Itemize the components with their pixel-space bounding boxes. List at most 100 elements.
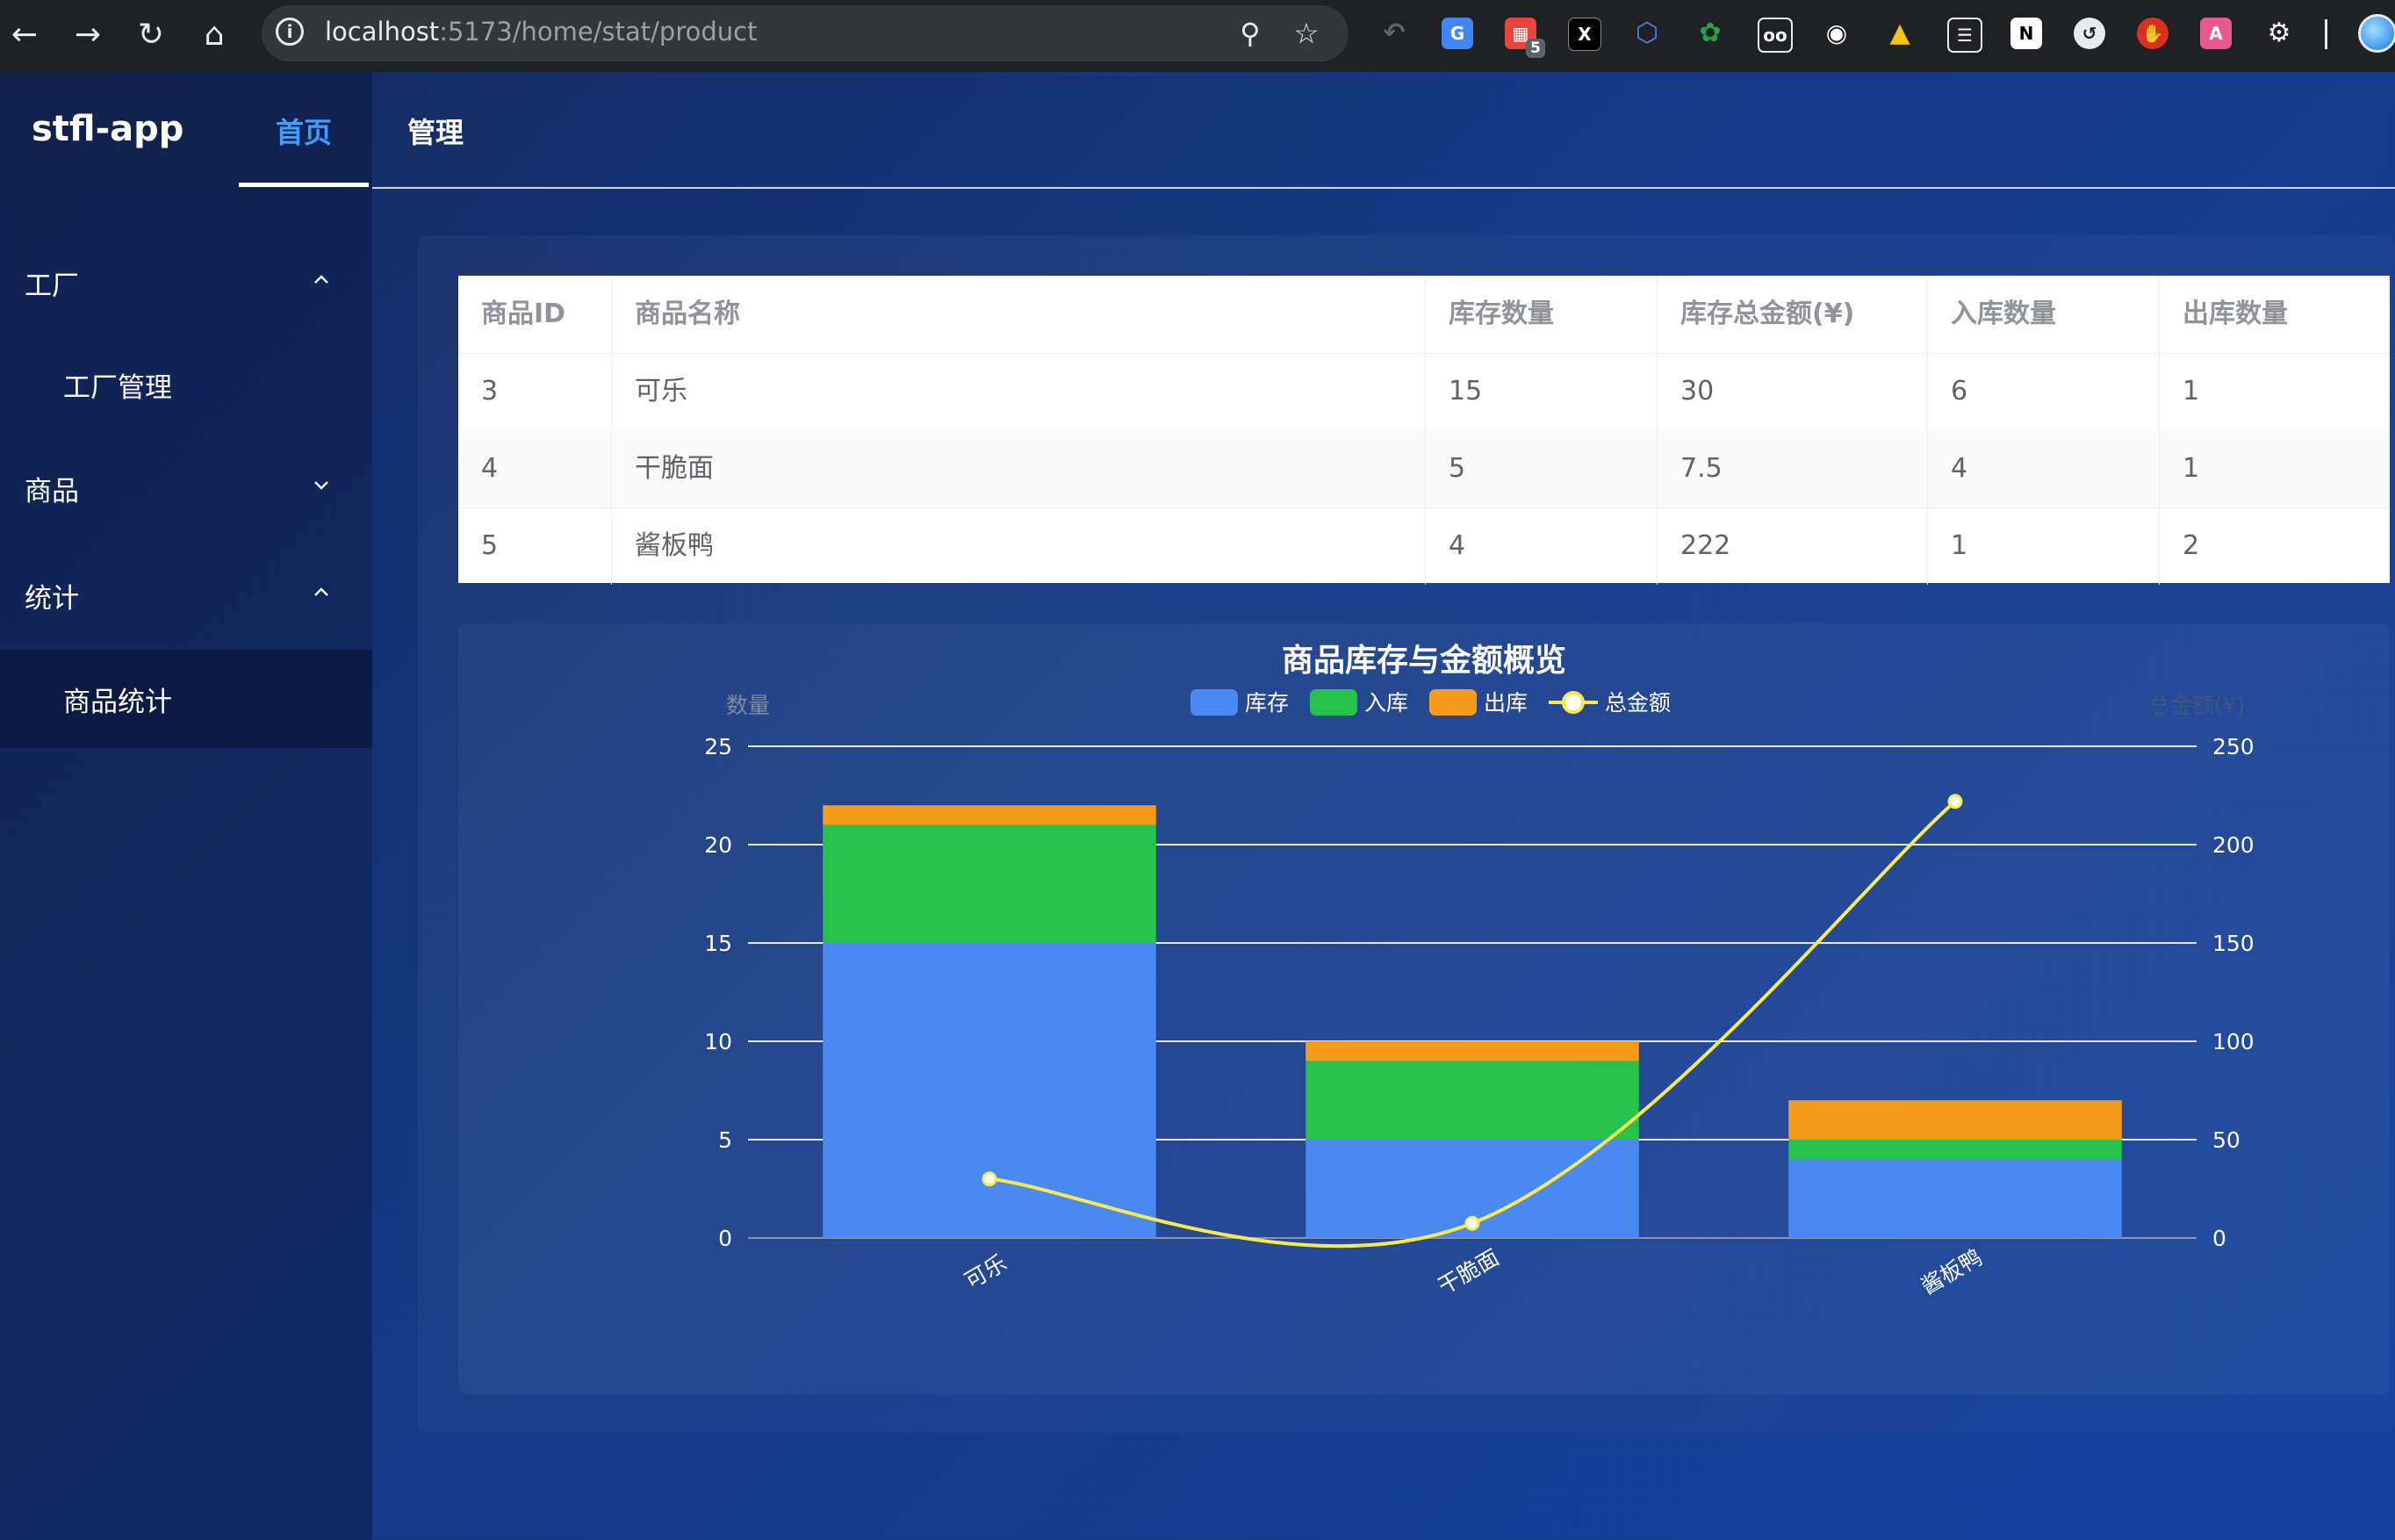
adblock-extension-icon[interactable]: ✋ bbox=[2137, 18, 2168, 49]
table-cell: 酱板鸭 bbox=[612, 507, 1426, 585]
column-header[interactable]: 出库数量 bbox=[2160, 276, 2390, 353]
sidebar-group-factory[interactable]: 工厂 bbox=[0, 234, 372, 332]
legend-label: 入库 bbox=[1364, 690, 1408, 716]
y-right-tick-label: 100 bbox=[2212, 1029, 2255, 1054]
sidebar-item-factory-manage[interactable]: 工厂管理 bbox=[0, 335, 372, 434]
product-stat-table: 商品ID 商品名称 库存数量 库存总金额(¥) 入库数量 出库数量 3 可乐 1… bbox=[458, 276, 2390, 585]
legend-label: 出库 bbox=[1484, 690, 1528, 716]
forward-icon[interactable]: → bbox=[63, 11, 112, 60]
y-right-tick-label: 150 bbox=[2212, 931, 2255, 956]
table-cell: 3 bbox=[458, 353, 612, 430]
translate-alt-extension-icon[interactable]: A bbox=[2200, 18, 2232, 49]
table-row[interactable]: 5 酱板鸭 4 222 1 2 bbox=[458, 507, 2390, 585]
x-tick-label: 酱板鸭 bbox=[1917, 1244, 1986, 1299]
chevron-down-icon bbox=[314, 481, 328, 490]
column-header[interactable]: 商品名称 bbox=[612, 276, 1426, 353]
toolbar-separator bbox=[2325, 19, 2327, 49]
sidebar-item-product-stat[interactable]: 商品统计 bbox=[0, 650, 372, 748]
fox-extension-icon[interactable]: ▲ bbox=[1884, 18, 1916, 49]
bar-库存 bbox=[1788, 1159, 2122, 1238]
bar-出库 bbox=[1305, 1041, 1639, 1061]
column-header[interactable]: 入库数量 bbox=[1928, 276, 2160, 353]
y-tick-label: 15 bbox=[704, 931, 732, 956]
table-cell: 1 bbox=[1928, 507, 2160, 585]
app-header: stfl-app 首页 管理 bbox=[0, 72, 2395, 189]
y-tick-label: 0 bbox=[718, 1226, 732, 1251]
undo-icon[interactable]: ↶ bbox=[1378, 18, 1410, 49]
bar-入库 bbox=[823, 824, 1156, 943]
browser-toolbar: ← → ↻ ⌂ i localhost:5173/home/stat/produ… bbox=[0, 0, 2395, 72]
table-cell: 1 bbox=[2183, 376, 2200, 407]
table-cell: 1 bbox=[2183, 453, 2200, 484]
stock-amount-chart: 商品库存与金额概览数量 总金额(¥) 0 0 5 50 10 100 15 150 20 200 25 2… bbox=[704, 642, 2255, 1299]
column-header[interactable]: 库存总金额(¥) bbox=[1658, 276, 1928, 353]
bar-入库 bbox=[1305, 1061, 1639, 1140]
eye-extension-icon[interactable]: ◉ bbox=[1821, 18, 1852, 49]
header-divider bbox=[372, 187, 2395, 189]
table-row[interactable]: 4 干脆面 5 7.5 4 1 bbox=[458, 430, 2390, 508]
back-icon[interactable]: ← bbox=[0, 11, 49, 60]
cube-extension-icon[interactable]: ⬡ bbox=[1631, 18, 1663, 49]
calendar-extension-icon[interactable]: ▦ 5 bbox=[1505, 18, 1545, 58]
sidebar-item-label: 工厂管理 bbox=[63, 372, 172, 404]
active-tab-indicator bbox=[239, 183, 369, 187]
y-right-tick-label: 200 bbox=[2212, 832, 2255, 858]
legend-label: 库存 bbox=[1245, 690, 1289, 716]
sidebar-item-label: 工厂 bbox=[25, 270, 79, 302]
y-tick-label: 20 bbox=[704, 832, 732, 858]
x-extension-icon[interactable]: X bbox=[1568, 18, 1601, 51]
table-cell: 6 bbox=[1928, 353, 2160, 430]
profile-avatar[interactable] bbox=[2358, 14, 2395, 53]
legend-marker-库存 bbox=[1190, 689, 1238, 716]
legend-marker-入库 bbox=[1310, 689, 1357, 716]
address-text[interactable]: localhost:5173/home/stat/product bbox=[325, 17, 757, 47]
document-extension-icon[interactable]: ☰ bbox=[1947, 18, 1982, 53]
table-cell: 5 bbox=[458, 507, 612, 585]
tab-home[interactable]: 首页 bbox=[276, 111, 332, 151]
notion-extension-icon[interactable]: N bbox=[2010, 18, 2042, 49]
chart-title: 商品库存与金额概览 bbox=[1282, 642, 1566, 679]
translate-extension-icon[interactable]: G bbox=[1442, 18, 1473, 49]
bar-出库 bbox=[823, 805, 1156, 825]
address-bar[interactable]: i localhost:5173/home/stat/product ⚲ ☆ bbox=[262, 5, 1349, 61]
sidebar-item-label: 商品统计 bbox=[63, 687, 172, 718]
home-icon[interactable]: ⌂ bbox=[190, 11, 239, 60]
sidebar-group-product[interactable]: 商品 bbox=[0, 439, 372, 537]
site-info-icon[interactable]: i bbox=[276, 18, 304, 46]
legend-marker-dot bbox=[1562, 691, 1585, 714]
table-header-row: 商品ID 商品名称 库存数量 库存总金额(¥) 入库数量 出库数量 bbox=[458, 276, 2390, 354]
tab-manage[interactable]: 管理 bbox=[407, 111, 464, 151]
table-cell: 4 bbox=[1426, 507, 1658, 585]
table-cell: 2 bbox=[2183, 530, 2200, 561]
table-cell: 4 bbox=[458, 430, 612, 507]
table-cell: 7.5 bbox=[1658, 430, 1928, 507]
evernote-extension-icon[interactable]: ✿ bbox=[1694, 18, 1726, 49]
bar-库存 bbox=[823, 943, 1156, 1238]
legend-marker-出库 bbox=[1429, 689, 1477, 716]
reload-icon[interactable]: ↻ bbox=[126, 11, 176, 60]
column-header[interactable]: 库存数量 bbox=[1426, 276, 1658, 353]
y-tick-label: 25 bbox=[704, 734, 732, 759]
bar-入库 bbox=[1788, 1140, 2122, 1160]
table-cell: 4 bbox=[1928, 430, 2160, 507]
share-extension-icon[interactable]: ↺ bbox=[2074, 18, 2105, 49]
sidebar-group-stat[interactable]: 统计 bbox=[0, 546, 372, 644]
line-point bbox=[982, 1171, 997, 1187]
bookmark-star-icon[interactable]: ☆ bbox=[1285, 12, 1327, 54]
table-cell: 可乐 bbox=[612, 353, 1426, 430]
glasses-extension-icon[interactable]: oo bbox=[1758, 18, 1793, 53]
table-row[interactable]: 3 可乐 15 30 6 1 bbox=[458, 353, 2390, 431]
column-header[interactable]: 商品ID bbox=[458, 276, 612, 353]
y-right-tick-label: 0 bbox=[2212, 1226, 2226, 1251]
y-axis-title: 数量 bbox=[726, 693, 770, 718]
x-tick-label: 可乐 bbox=[960, 1250, 1011, 1294]
y-tick-label: 10 bbox=[704, 1029, 732, 1054]
chevron-up-icon bbox=[314, 275, 328, 284]
chevron-up-icon bbox=[314, 587, 328, 596]
chart-card: 商品库存与金额概览 数量 总金额(¥) 0 0 5 50 10 100 15 150 20 200 25 2… bbox=[458, 623, 2390, 1394]
zoom-icon[interactable]: ⚲ bbox=[1229, 12, 1271, 54]
extensions-puzzle-icon[interactable]: ⚙ bbox=[2263, 18, 2295, 49]
legend-label: 总金额 bbox=[1605, 690, 1671, 716]
line-point bbox=[1947, 794, 1963, 810]
bar-出库 bbox=[1788, 1100, 2122, 1140]
